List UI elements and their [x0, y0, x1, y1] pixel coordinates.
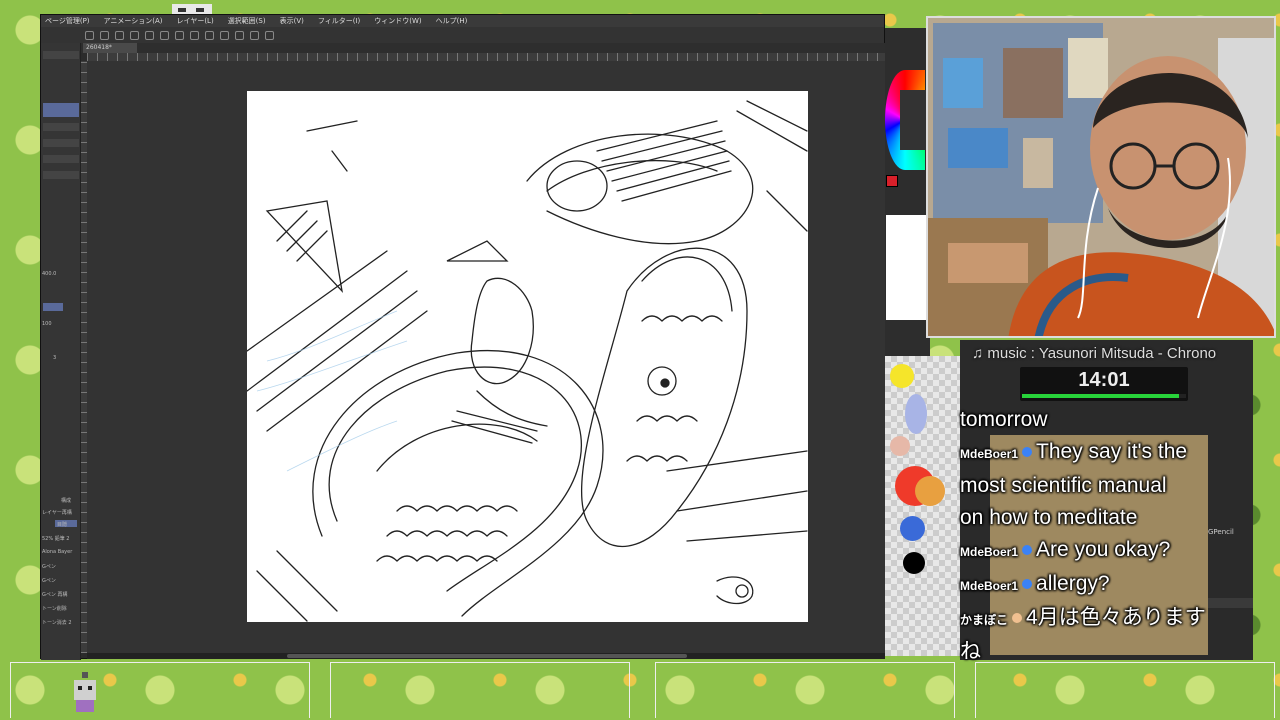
menu-help[interactable]: ヘルプ(H) [436, 16, 468, 26]
tool-slot[interactable] [43, 155, 79, 163]
chat-text: most scientific manual [960, 474, 1167, 497]
navigator-thumbnail[interactable] [886, 215, 926, 320]
menu-window[interactable]: ウィンドウ(W) [374, 16, 421, 26]
layer-label-7[interactable]: Gペン 再構 [42, 591, 67, 598]
verified-badge-icon [1022, 447, 1033, 458]
redo-icon[interactable] [145, 30, 154, 40]
paint-blob-peach[interactable] [890, 436, 910, 456]
menu-animation[interactable]: アニメーション(A) [104, 16, 163, 26]
horizontal-scrollbar[interactable] [87, 653, 885, 659]
layer-label-3[interactable]: 52% 鉛筆 2 [42, 535, 69, 542]
chat-message: かまぼこ 4月は色々あります [960, 602, 1260, 636]
stream-timer: 14:01 [1020, 367, 1188, 401]
tool-slot[interactable] [43, 123, 79, 131]
ruler-horizontal [87, 53, 885, 61]
paint-blob-yellow[interactable] [890, 364, 914, 388]
new-file-icon[interactable] [85, 30, 94, 40]
clip-studio-window: ページ管理(P) アニメーション(A) レイヤー(L) 選択範囲(S) 表示(V… [40, 14, 886, 660]
overlay-slot [10, 662, 310, 718]
layer-label-1[interactable]: レイヤー再構 [42, 509, 72, 516]
layer-label-0: 構成 [61, 498, 72, 504]
layer-label-8[interactable]: トーン削除 [42, 605, 67, 612]
chat-text: Are you okay? [1036, 538, 1171, 561]
chat-username: MdeBoer1 [960, 579, 1019, 593]
chat-text: on how to meditate [960, 506, 1138, 529]
chat-text: allergy? [1036, 572, 1110, 595]
menu-bar: ページ管理(P) アニメーション(A) レイヤー(L) 選択範囲(S) 表示(V… [41, 15, 884, 27]
color-mixing-palette[interactable] [885, 356, 960, 656]
chat-text: 4月は色々あります [1026, 606, 1206, 629]
chat-message: on how to meditate [960, 502, 1260, 534]
paint-blob-black[interactable] [903, 552, 925, 574]
tool-property-panel: 400.0 100 3 構成 レイヤー再構 目隠 52% 鉛筆 2 Alona … [41, 43, 81, 660]
open-file-icon[interactable] [100, 30, 109, 40]
layer-label-9[interactable]: トーン消去 2 [42, 619, 72, 626]
paint-blob-blue[interactable] [900, 516, 925, 541]
opacity-value[interactable]: 100 [42, 321, 52, 327]
chat-message: tomorrow [960, 404, 1260, 436]
layer-label-6[interactable]: Gペン [42, 577, 56, 584]
ruler-icon[interactable] [220, 30, 229, 40]
overlay-slot [655, 662, 955, 718]
menu-page[interactable]: ページ管理(P) [45, 16, 90, 26]
menu-layer[interactable]: レイヤー(L) [177, 16, 214, 26]
snap-icon[interactable] [235, 30, 244, 40]
layer-label-2[interactable]: 目隠 [57, 521, 67, 528]
transform-icon[interactable] [175, 30, 184, 40]
chat-message: MdeBoer1 Are you okay? [960, 534, 1260, 568]
undo-icon[interactable] [130, 30, 139, 40]
pixel-mascot-icon [74, 672, 96, 712]
chat-username: MdeBoer1 [960, 545, 1019, 559]
menu-view[interactable]: 表示(V) [280, 16, 304, 26]
chat-text: tomorrow [960, 408, 1048, 431]
drawing-canvas[interactable] [247, 91, 808, 622]
verified-badge-icon [1022, 579, 1033, 590]
menu-selection[interactable]: 選択範囲(S) [228, 16, 266, 26]
density-value[interactable]: 3 [53, 355, 56, 361]
overlay-slot [975, 662, 1275, 718]
scrollbar-thumb[interactable] [287, 654, 687, 658]
webcam-feed [926, 16, 1276, 338]
chat-message: MdeBoer1 allergy? [960, 568, 1260, 602]
chat-message: MdeBoer1 They say it's the [960, 436, 1260, 470]
grid-icon[interactable] [265, 30, 274, 40]
canvas-area[interactable] [87, 61, 885, 653]
settings-icon[interactable] [160, 30, 169, 40]
sketch-drawing [247, 100, 808, 622]
foreground-color-swatch[interactable] [886, 175, 898, 187]
document-tab-bar: 260418* [81, 43, 886, 53]
timer-progress-fill [1022, 394, 1180, 398]
user-emoji-icon [1012, 613, 1023, 624]
crop-icon[interactable] [205, 30, 214, 40]
document-tab[interactable]: 260418* [83, 43, 137, 53]
layer-label-5[interactable]: Gペン [42, 563, 56, 570]
tool-slot[interactable] [43, 171, 79, 179]
chat-text: They say it's the [1036, 440, 1188, 463]
fill-icon[interactable] [190, 30, 199, 40]
overlay-slot [330, 662, 630, 718]
chat-username: かまぼこ [960, 613, 1009, 627]
selected-tool-slot[interactable] [43, 103, 79, 117]
chat-overlay: tomorrow MdeBoer1 They say it's the most … [960, 404, 1260, 663]
timer-progress-bar [1022, 394, 1186, 398]
verified-badge-icon [1022, 545, 1033, 556]
webcam-image [928, 18, 1274, 336]
layer-label-4[interactable]: Alona Bayer [42, 549, 72, 555]
tool-slot[interactable] [43, 51, 79, 59]
command-toolbar [41, 27, 884, 43]
now-playing-text: ♫ music : Yasunori Mitsuda - Chrono [972, 345, 1217, 362]
menu-filter[interactable]: フィルター(I) [318, 16, 360, 26]
brush-size-slider[interactable] [43, 303, 63, 311]
pen-pressure-icon[interactable] [250, 30, 259, 40]
chat-username: MdeBoer1 [960, 447, 1019, 461]
save-icon[interactable] [115, 30, 124, 40]
tool-slot[interactable] [43, 139, 79, 147]
bottom-overlay-strip [0, 660, 1280, 720]
brush-size-value[interactable]: 400.0 [42, 271, 56, 277]
paint-blob-orange[interactable] [915, 476, 945, 506]
chat-message: most scientific manual [960, 470, 1260, 502]
timer-value: 14:01 [1078, 369, 1130, 391]
paint-blob-lavender[interactable] [905, 394, 927, 434]
